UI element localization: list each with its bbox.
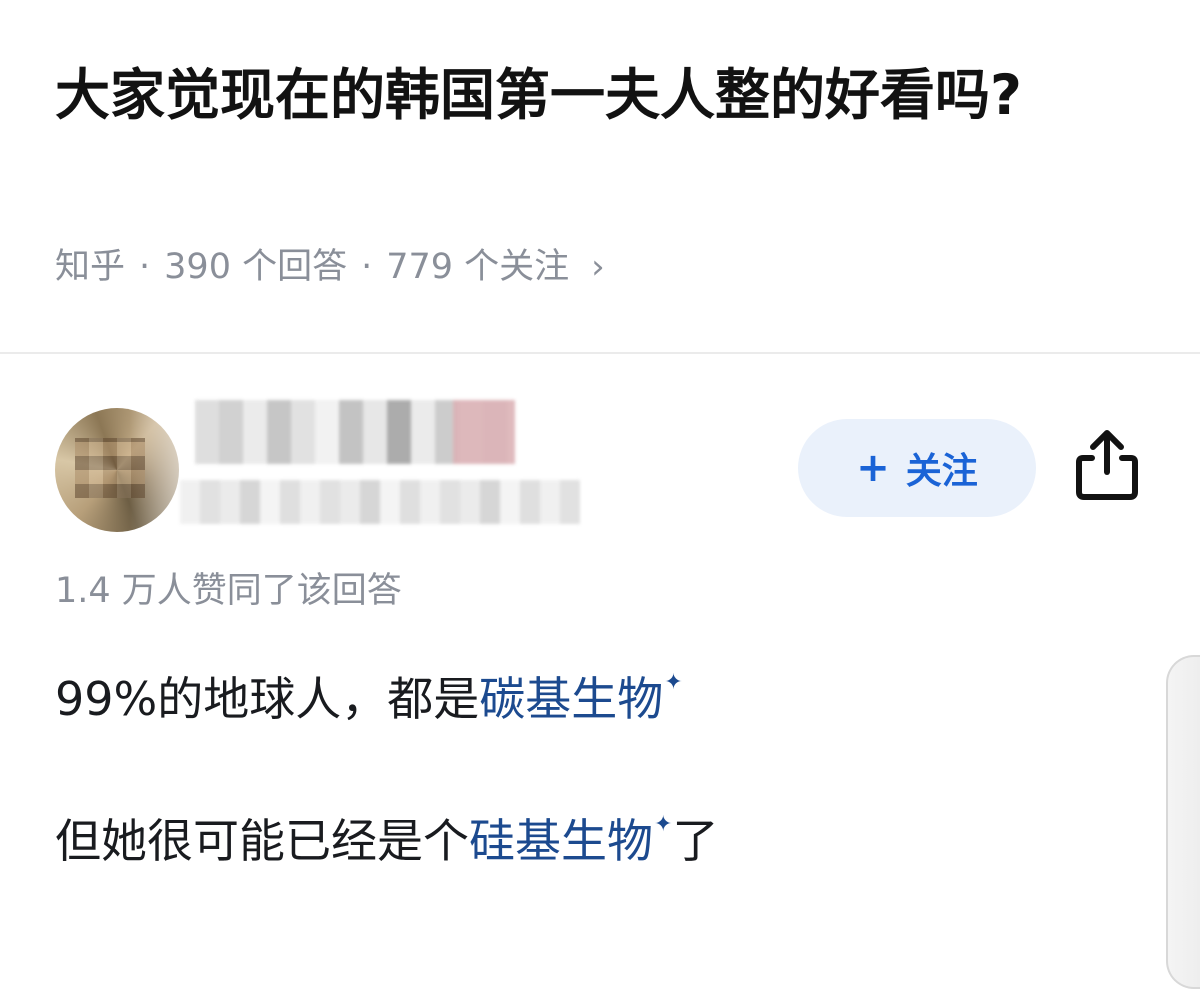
sparkle-icon: ✦ <box>664 670 683 695</box>
keyword-link[interactable]: 硅基生物 <box>469 814 653 868</box>
keyword-link[interactable]: 碳基生物 <box>479 672 663 726</box>
floating-side-panel[interactable] <box>1166 655 1200 989</box>
answer-text: 99%的地球人，都是 <box>55 672 480 726</box>
meta-separator: · <box>139 247 151 287</box>
answers-count: 390 个回答 <box>164 247 348 287</box>
question-meta[interactable]: 知乎 · 390 个回答 · 779 个关注 › <box>55 242 605 292</box>
follow-label: 关注 <box>905 451 978 492</box>
question-title[interactable]: 大家觉现在的韩国第一夫人整的好看吗? <box>55 52 1135 138</box>
share-icon[interactable] <box>1072 428 1142 502</box>
section-divider <box>0 352 1200 354</box>
meta-separator: · <box>361 247 373 287</box>
sparkle-icon: ✦ <box>654 812 673 837</box>
avatar[interactable] <box>55 408 179 532</box>
answer-text: 了 <box>672 814 719 868</box>
author-bio-redacted <box>180 480 580 524</box>
source-label: 知乎 <box>55 247 126 287</box>
author-name-redacted[interactable] <box>195 400 515 464</box>
followers-count: 779 个关注 <box>386 247 570 287</box>
follow-button[interactable]: + 关注 <box>798 419 1036 517</box>
answer-paragraph: 但她很可能已经是个硅基生物✦了 <box>55 792 718 874</box>
answer-text: 但她很可能已经是个 <box>55 814 469 868</box>
plus-icon: + <box>856 445 890 491</box>
answer-paragraph: 99%的地球人，都是碳基生物✦ <box>55 650 683 732</box>
vote-count: 1.4 万人赞同了该回答 <box>55 571 402 611</box>
chevron-right-icon[interactable]: › <box>591 242 605 292</box>
